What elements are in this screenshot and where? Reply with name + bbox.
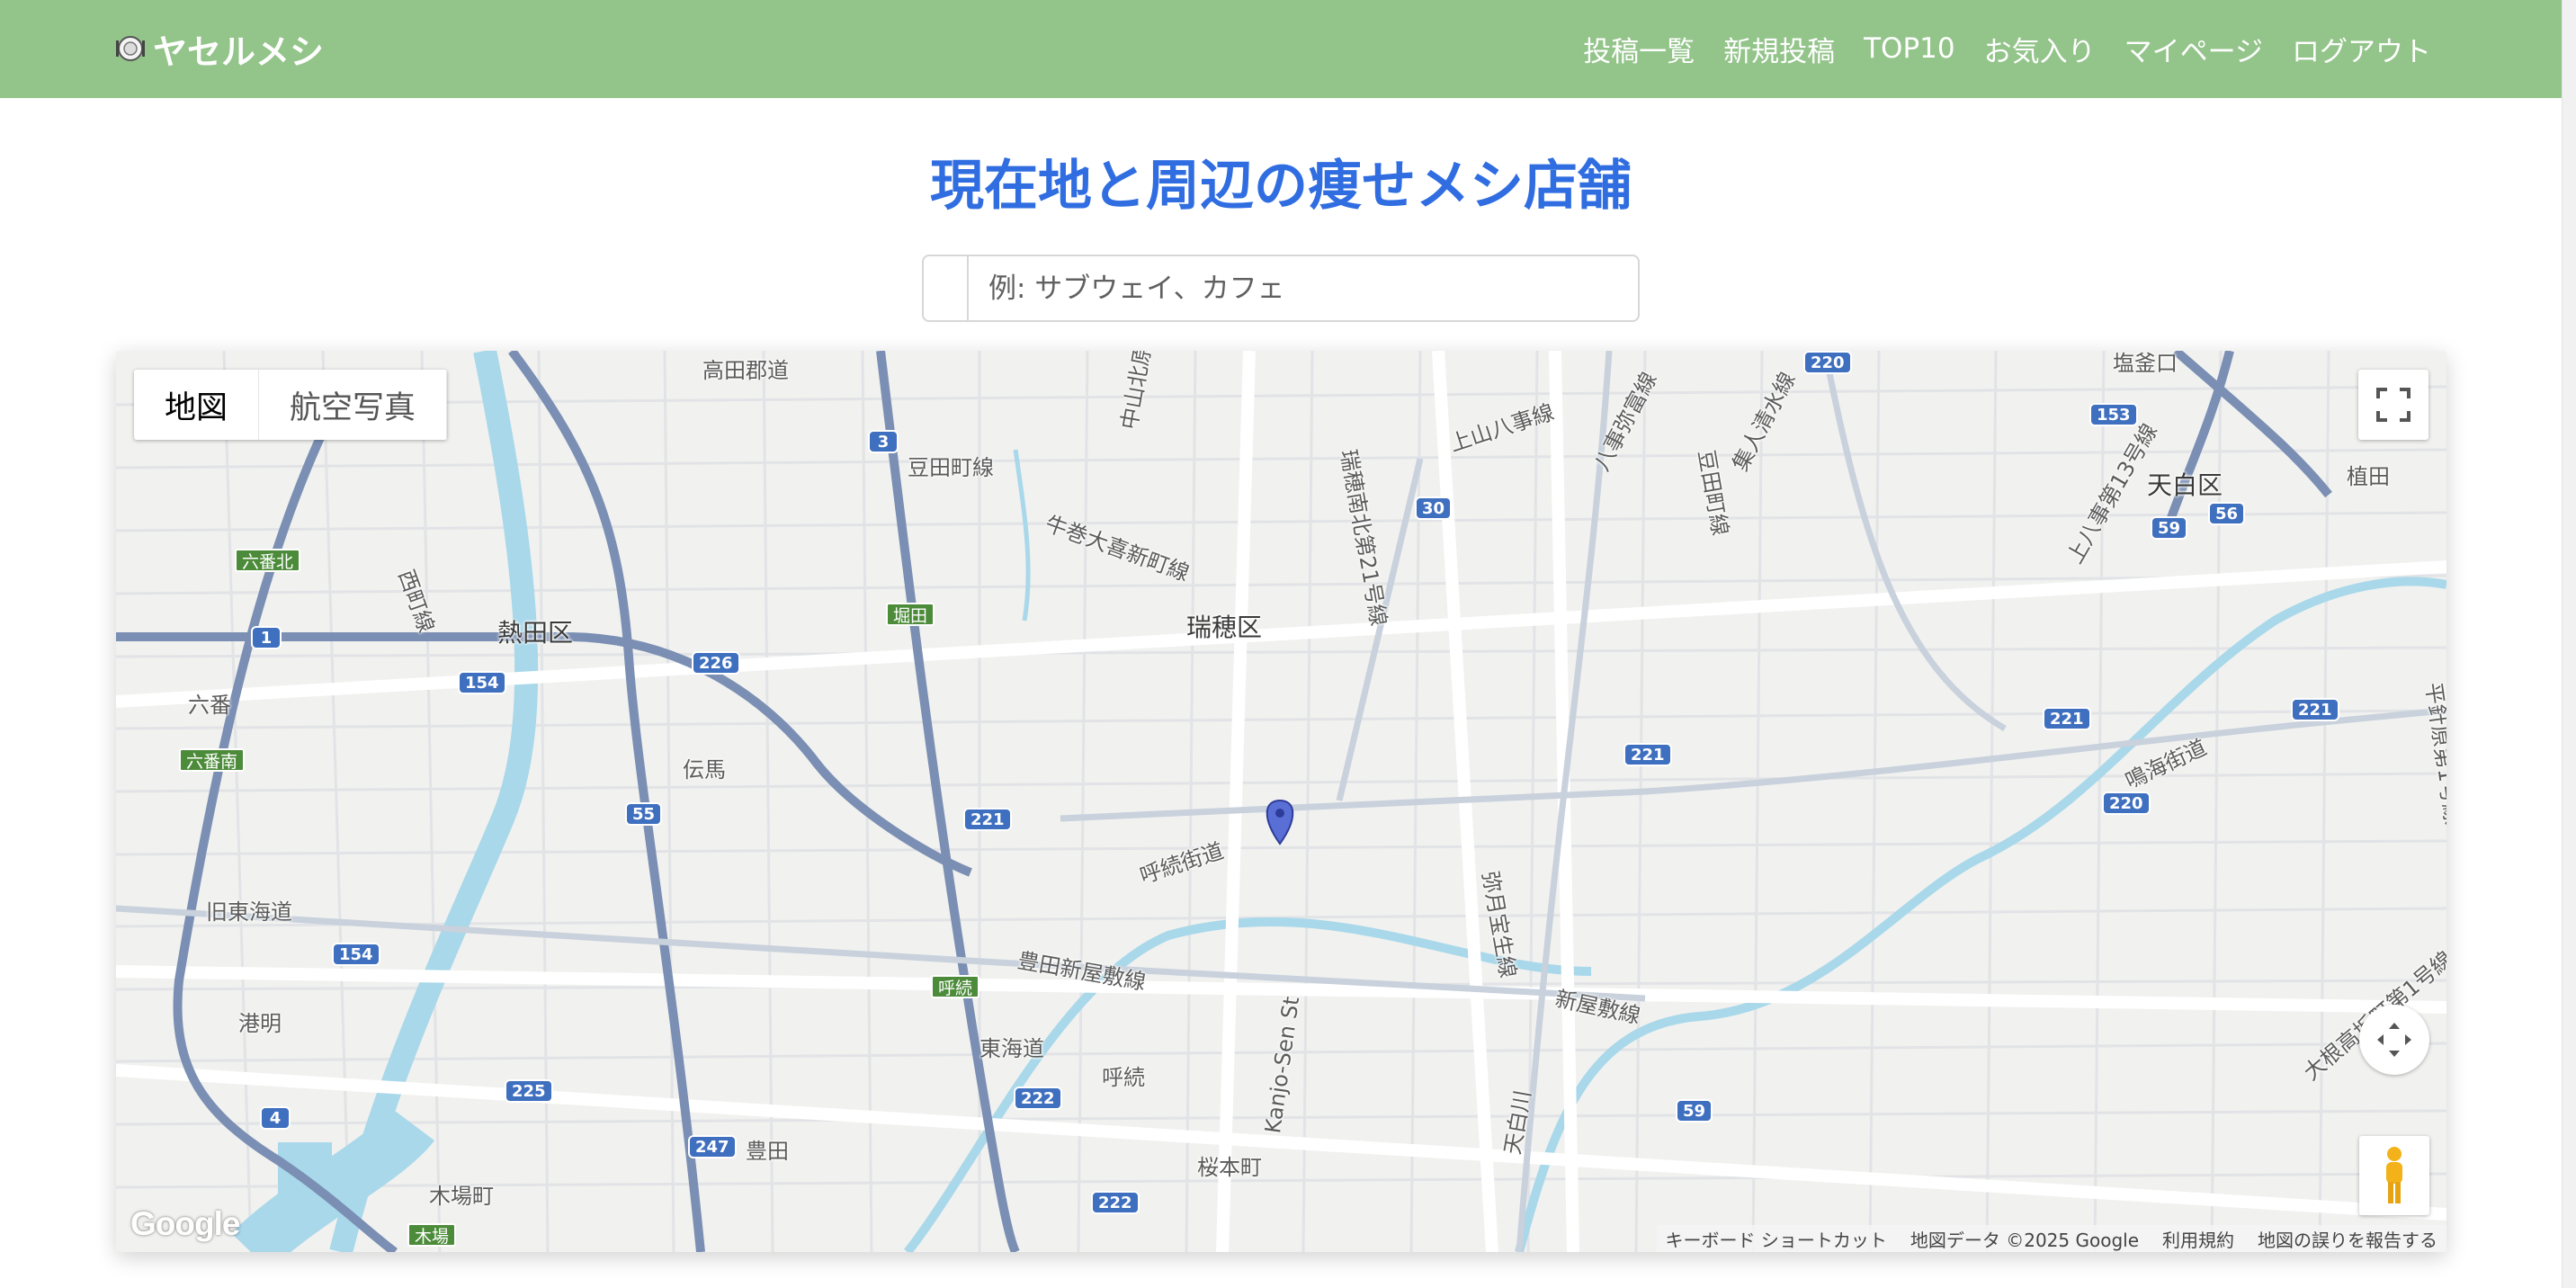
map-label: 六番 [188,693,231,718]
fullscreen-icon [2376,388,2411,422]
brand-link[interactable]: ヤセルメシ [115,23,324,74]
search-addon [924,256,969,320]
nav-favorites[interactable]: お気入り [1984,29,2096,69]
station-label: 六番南 [179,748,246,772]
route-shield: 59 [1676,1099,1713,1123]
map-label: 豊田 [746,1139,789,1164]
map-data-notice: 地図データ ©2025 Google [1910,1229,2139,1251]
route-shield: 222 [1014,1087,1062,1110]
map-attribution: キーボード ショートカット 地図データ ©2025 Google 利用規約 地図… [1656,1225,2446,1252]
search-input[interactable] [969,256,1638,320]
terms-link[interactable]: 利用規約 [2162,1226,2234,1252]
nav-posts-list[interactable]: 投稿一覧 [1583,29,1695,69]
district-label: 瑞穂区 [1186,613,1263,642]
pegman-icon [2386,1147,2402,1203]
google-logo: Google [130,1205,240,1242]
street-view-button[interactable] [2359,1136,2429,1215]
district-label: 天白区 [2147,470,2223,500]
route-shield: 220 [2102,792,2151,815]
route-shield: 221 [963,808,1012,831]
district-label: 熱田区 [497,618,574,648]
report-error-link[interactable]: 地図の誤りを報告する [2258,1226,2437,1252]
route-shield: 154 [458,671,506,694]
station-label: 呼続 [931,975,980,998]
route-shield: 221 [2291,698,2339,721]
plate-icon [116,36,145,61]
nav-logout[interactable]: ログアウト [2292,29,2431,69]
nav-new-post[interactable]: 新規投稿 [1723,29,1835,69]
map-label: 高田郡道 [702,358,789,383]
route-shield: 56 [2208,502,2246,525]
station-label: 堀田 [886,603,935,626]
route-shield: 153 [2089,403,2138,426]
map-label: 植田 [2347,464,2390,489]
camera-control-button[interactable] [2359,1005,2429,1075]
map-label: 伝馬 [683,757,726,783]
route-shield: 1 [251,626,282,649]
route-shield: 154 [332,943,380,966]
nav-top10[interactable]: TOP10 [1864,32,1954,65]
map[interactable]: 熱田区 瑞穂区 天白区 高田郡道 豆田町線 牛巻大喜新町線 中山北原 上山八事線… [116,351,2446,1252]
nav-menu: 投稿一覧 新規投稿 TOP10 お気入り マイページ ログアウト [1583,23,2431,74]
route-shield: 4 [260,1106,291,1130]
route-shield: 55 [625,802,663,826]
route-shield: 220 [1803,351,1852,374]
navbar: ヤセルメシ 投稿一覧 新規投稿 TOP10 お気入り マイページ ログアウト [0,0,2562,98]
station-label: 六番北 [235,549,301,572]
map-label: 木場町 [429,1184,494,1209]
map-type-map-button[interactable]: 地図 [134,370,260,440]
route-shield: 30 [1415,496,1453,520]
map-label: 呼続 [1102,1065,1145,1090]
keyboard-shortcuts-link[interactable]: キーボード ショートカット [1666,1226,1887,1252]
map-label: 塩釜口 [2113,351,2178,376]
route-shield: 221 [2043,707,2091,730]
scrollbar[interactable] [2562,0,2576,1288]
fullscreen-button[interactable] [2358,370,2428,440]
camera-control-icon [2377,1023,2411,1057]
route-shield: 3 [868,430,899,453]
nav-mypage[interactable]: マイページ [2124,29,2263,69]
route-shield: 221 [1623,743,1672,766]
search-box [922,255,1640,322]
page: ヤセルメシ 投稿一覧 新規投稿 TOP10 お気入り マイページ ログアウト 現… [0,0,2562,1288]
route-shield: 225 [505,1079,553,1103]
map-type-satellite-button[interactable]: 航空写真 [259,370,448,440]
map-label: 旧東海道 [206,899,292,925]
map-label: 桜本町 [1197,1155,1262,1180]
map-label: 東海道 [979,1036,1044,1061]
page-title: 現在地と周辺の痩せメシ店舗 [930,155,1632,218]
route-shield: 247 [688,1135,737,1158]
route-shield: 222 [1091,1191,1140,1214]
route-shield: 226 [692,651,740,675]
route-shield: 59 [2151,516,2188,540]
map-label: 港明 [238,1011,282,1036]
brand-name: ヤセルメシ [153,31,325,72]
map-label: 豆田町線 [908,455,994,480]
map-type-control: 地図 航空写真 [134,370,448,440]
station-label: 木場 [407,1223,457,1247]
